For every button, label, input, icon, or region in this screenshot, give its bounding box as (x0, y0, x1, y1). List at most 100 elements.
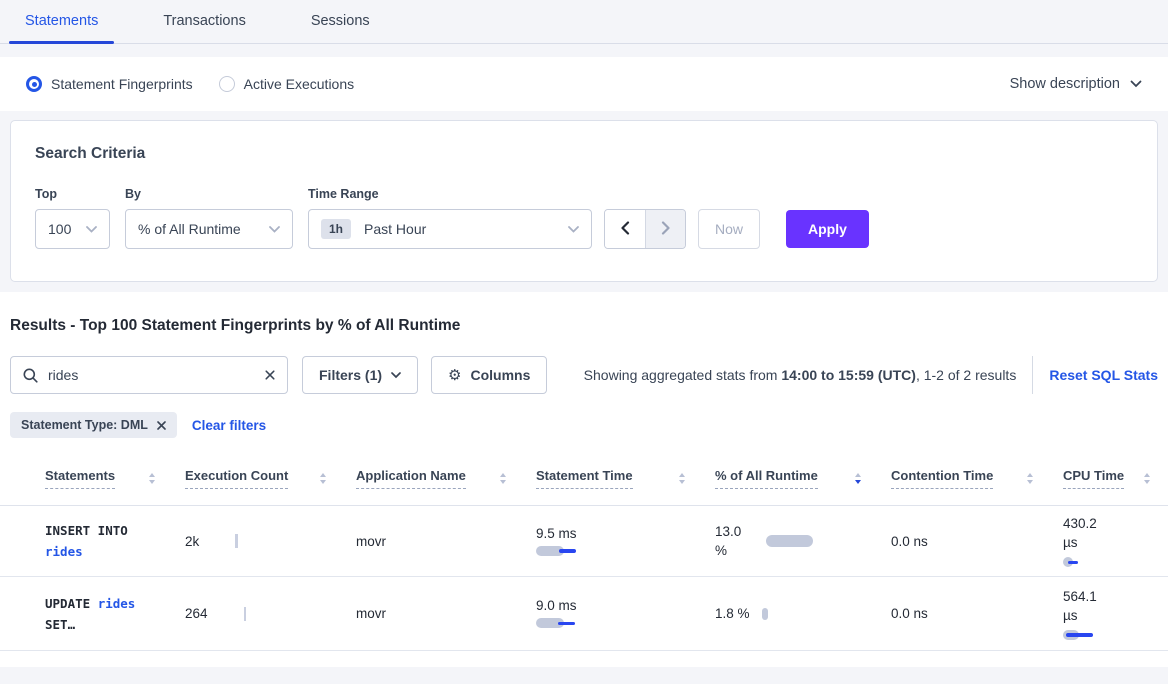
chevron-left-icon (620, 221, 630, 238)
statement-time-bar (536, 545, 586, 557)
aggregated-stats-text: Showing aggregated stats from 14:00 to 1… (584, 367, 1017, 383)
time-range-badge: 1h (321, 219, 351, 239)
statement-fingerprint-cell: INSERT INTO rides (45, 520, 163, 562)
clear-filters-link[interactable]: Clear filters (192, 418, 266, 433)
radio-unselected-icon[interactable] (219, 76, 235, 92)
previous-time-window-button[interactable] (605, 210, 645, 248)
sort-icon[interactable] (1144, 473, 1150, 484)
radio-active-executions[interactable]: Active Executions (219, 76, 355, 92)
top-select[interactable]: 100 (35, 209, 110, 249)
pct-runtime-bar (766, 535, 813, 547)
time-range-field: Time Range 1h Past Hour (308, 187, 604, 249)
column-header-application-name[interactable]: Application Name (356, 468, 536, 489)
tab-sessions[interactable]: Sessions (295, 0, 386, 43)
search-criteria-card: Search Criteria Top 100 By % of All Runt… (10, 120, 1158, 282)
cpu-time-bar (1063, 629, 1095, 641)
radio-label: Active Executions (244, 76, 355, 92)
execution-count-bar (235, 534, 238, 548)
view-toggle-bar: Statement Fingerprints Active Executions… (0, 57, 1168, 111)
pct-all-runtime-cell: 13.0 % (715, 522, 891, 560)
radio-statement-fingerprints[interactable]: Statement Fingerprints (26, 76, 193, 92)
clear-search-icon[interactable] (265, 370, 275, 380)
cpu-time-cell: 564.1 µs (1063, 587, 1168, 641)
results-heading: Results - Top 100 Statement Fingerprints… (0, 292, 1168, 335)
sort-icon[interactable] (1027, 473, 1033, 484)
filters-button-label: Filters (1) (319, 367, 382, 383)
by-select[interactable]: % of All Runtime (125, 209, 293, 249)
table-row[interactable]: INSERT INTO rides 2k movr 9.5 ms 13.0 % … (0, 506, 1168, 577)
remove-filter-icon[interactable] (157, 421, 166, 430)
column-header-execution-count[interactable]: Execution Count (185, 468, 356, 489)
search-icon (23, 368, 38, 383)
time-range-label: Time Range (308, 187, 604, 201)
sort-icon[interactable] (500, 473, 506, 484)
pct-all-runtime-cell: 1.8 % (715, 606, 891, 621)
column-header-statements[interactable]: Statements (45, 468, 185, 489)
radio-label: Statement Fingerprints (51, 76, 193, 92)
results-controls-row: Filters (1) ⚙ Columns Showing aggregated… (10, 356, 1158, 394)
top-label: Top (35, 187, 125, 201)
column-header-statement-time[interactable]: Statement Time (536, 468, 715, 489)
reset-sql-stats-link[interactable]: Reset SQL Stats (1049, 367, 1158, 383)
statement-fingerprint-cell: UPDATE rides SET… (45, 593, 163, 635)
chevron-down-icon (391, 372, 401, 379)
stats-time-range: 14:00 to 15:59 (UTC) (781, 367, 916, 383)
cpu-time-bar (1063, 556, 1093, 568)
column-header-cpu-time[interactable]: CPU Time (1063, 468, 1168, 489)
gear-icon: ⚙ (448, 366, 461, 384)
chevron-down-icon (1130, 80, 1142, 88)
filters-button[interactable]: Filters (1) (302, 356, 418, 394)
next-time-window-button[interactable] (645, 210, 685, 248)
filter-chip-statement-type[interactable]: Statement Type: DML (10, 412, 177, 438)
sort-icon[interactable] (149, 473, 155, 484)
chevron-down-icon (568, 226, 579, 233)
by-select-value: % of All Runtime (138, 221, 241, 237)
sql-activity-tabbar: Statements Transactions Sessions (0, 0, 1168, 44)
apply-button[interactable]: Apply (786, 210, 869, 248)
chevron-right-icon (661, 221, 671, 238)
table-header-row: Statements Execution Count Application N… (0, 452, 1168, 506)
results-section: Results - Top 100 Statement Fingerprints… (0, 292, 1168, 667)
chevron-down-icon (269, 226, 280, 233)
view-radio-group: Statement Fingerprints Active Executions (26, 76, 354, 92)
time-range-value: Past Hour (364, 221, 426, 237)
sort-desc-icon[interactable] (855, 473, 861, 484)
time-window-stepper (604, 209, 686, 249)
active-filters-row: Statement Type: DML Clear filters (10, 412, 1158, 438)
time-range-select[interactable]: 1h Past Hour (308, 209, 592, 249)
search-input[interactable] (48, 367, 255, 383)
results-meta-group: Showing aggregated stats from 14:00 to 1… (584, 356, 1158, 394)
sort-icon[interactable] (679, 473, 685, 484)
by-field: By % of All Runtime (125, 187, 308, 249)
now-button[interactable]: Now (698, 209, 760, 249)
contention-time-cell: 0.0 ns (891, 534, 1063, 549)
by-label: By (125, 187, 308, 201)
column-header-contention-time[interactable]: Contention Time (891, 468, 1063, 489)
execution-count-cell: 264 (185, 606, 356, 621)
statement-time-cell: 9.0 ms (536, 598, 715, 629)
show-description-label: Show description (1010, 76, 1120, 92)
statement-link[interactable]: rides (45, 544, 83, 559)
statement-time-cell: 9.5 ms (536, 526, 715, 557)
execution-count-cell: 2k (185, 534, 356, 549)
statement-time-bar (536, 617, 586, 629)
statement-search-box[interactable] (10, 356, 288, 394)
search-criteria-title: Search Criteria (35, 145, 1133, 163)
application-name-cell: movr (356, 606, 536, 621)
sort-icon[interactable] (320, 473, 326, 484)
execution-count-bar (244, 607, 247, 621)
tab-statements[interactable]: Statements (9, 0, 114, 43)
radio-selected-icon[interactable] (26, 76, 42, 92)
vertical-divider (1032, 356, 1033, 394)
tab-transactions[interactable]: Transactions (147, 0, 261, 43)
table-row[interactable]: UPDATE rides SET… 264 movr 9.0 ms 1.8 % … (0, 577, 1168, 651)
cpu-time-cell: 430.2 µs (1063, 514, 1168, 568)
chevron-down-icon (86, 226, 97, 233)
statements-table: Statements Execution Count Application N… (0, 452, 1168, 651)
show-description-toggle[interactable]: Show description (1010, 76, 1142, 92)
column-header-pct-all-runtime[interactable]: % of All Runtime (715, 468, 891, 489)
search-criteria-form: Top 100 By % of All Runtime Time Range 1 (35, 187, 1133, 249)
filter-chip-label: Statement Type: DML (21, 418, 148, 432)
columns-button[interactable]: ⚙ Columns (431, 356, 547, 394)
statement-link[interactable]: rides (98, 596, 136, 611)
